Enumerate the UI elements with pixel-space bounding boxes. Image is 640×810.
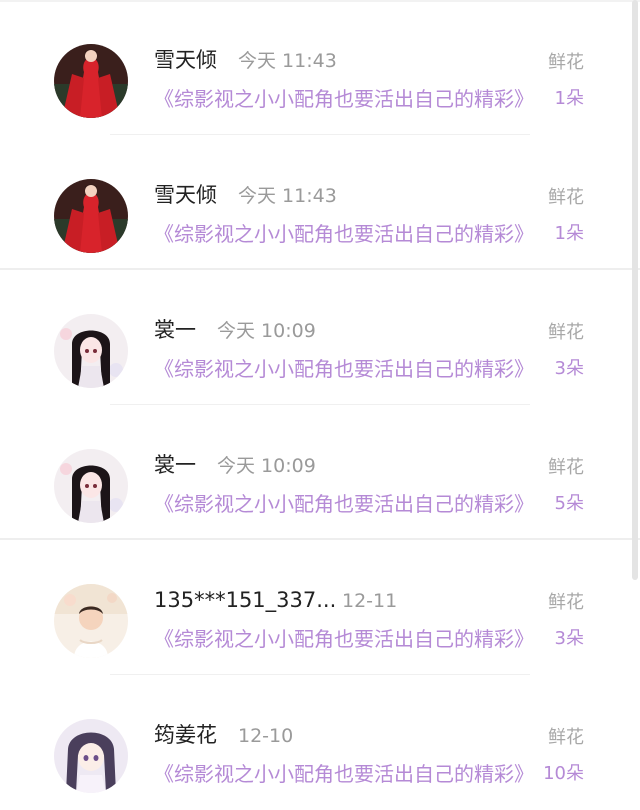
- send-time: 今天 11:43: [238, 185, 337, 207]
- avatar[interactable]: [54, 179, 128, 253]
- book-title[interactable]: 《综影视之小小配角也要活出自己的精彩》: [154, 625, 534, 653]
- gift-record-item[interactable]: 雪天倾 今天 11:43 鲜花 《综影视之小小配角也要活出自己的精彩》 1朵: [0, 135, 640, 270]
- anime-girl-avatar: [54, 449, 128, 523]
- baby-photo-avatar: [54, 584, 128, 658]
- anime-purple-hair-avatar: [54, 719, 128, 793]
- red-dress-girl-avatar: [54, 44, 128, 118]
- book-title[interactable]: 《综影视之小小配角也要活出自己的精彩》: [154, 490, 534, 518]
- book-title[interactable]: 《综影视之小小配角也要活出自己的精彩》: [154, 760, 534, 788]
- gift-count: 3朵: [554, 358, 584, 379]
- sender-name: 135***151_337...: [154, 588, 337, 612]
- avatar[interactable]: [54, 449, 128, 523]
- send-time: 今天 10:09: [217, 320, 316, 342]
- send-time: 今天 10:09: [217, 455, 316, 477]
- gift-record-item[interactable]: 筠姜花 12-10 鲜花 《综影视之小小配角也要活出自己的精彩》 10朵: [0, 675, 640, 810]
- avatar[interactable]: [54, 44, 128, 118]
- sender-name: 雪天倾: [154, 48, 217, 72]
- avatar[interactable]: [54, 719, 128, 793]
- sender-name: 裳一: [154, 318, 196, 342]
- book-title[interactable]: 《综影视之小小配角也要活出自己的精彩》: [154, 355, 534, 383]
- gift-record-item[interactable]: 雪天倾 今天 11:43 鲜花 《综影视之小小配角也要活出自己的精彩》 1朵: [0, 0, 640, 135]
- gift-count: 1朵: [554, 88, 584, 109]
- anime-girl-avatar: [54, 314, 128, 388]
- gift-count: 5朵: [554, 493, 584, 514]
- gift-record-item[interactable]: 135***151_337... 12-11 鲜花 《综影视之小小配角也要活出自…: [0, 540, 640, 675]
- gift-type: 鲜花: [548, 322, 584, 343]
- gift-count: 3朵: [554, 628, 584, 649]
- sender-name: 裳一: [154, 453, 196, 477]
- send-time: 12-10: [238, 725, 294, 747]
- gift-record-item[interactable]: 裳一 今天 10:09 鲜花 《综影视之小小配角也要活出自己的精彩》 3朵: [0, 270, 640, 405]
- send-time: 今天 11:43: [238, 50, 337, 72]
- book-title[interactable]: 《综影视之小小配角也要活出自己的精彩》: [154, 220, 534, 248]
- gift-type: 鲜花: [548, 457, 584, 478]
- send-time: 12-11: [342, 590, 398, 612]
- book-title[interactable]: 《综影视之小小配角也要活出自己的精彩》: [154, 85, 534, 113]
- gift-count: 1朵: [554, 223, 584, 244]
- red-dress-girl-avatar: [54, 179, 128, 253]
- gift-record-item[interactable]: 裳一 今天 10:09 鲜花 《综影视之小小配角也要活出自己的精彩》 5朵: [0, 405, 640, 540]
- sender-name: 雪天倾: [154, 183, 217, 207]
- gift-type: 鲜花: [548, 592, 584, 613]
- scrollbar[interactable]: [632, 0, 638, 580]
- avatar[interactable]: [54, 584, 128, 658]
- gift-count: 10朵: [543, 763, 584, 784]
- gift-type: 鲜花: [548, 52, 584, 73]
- sender-name: 筠姜花: [154, 723, 217, 747]
- gift-type: 鲜花: [548, 727, 584, 748]
- gift-type: 鲜花: [548, 187, 584, 208]
- avatar[interactable]: [54, 314, 128, 388]
- gift-record-list: 雪天倾 今天 11:43 鲜花 《综影视之小小配角也要活出自己的精彩》 1朵 雪…: [0, 0, 640, 805]
